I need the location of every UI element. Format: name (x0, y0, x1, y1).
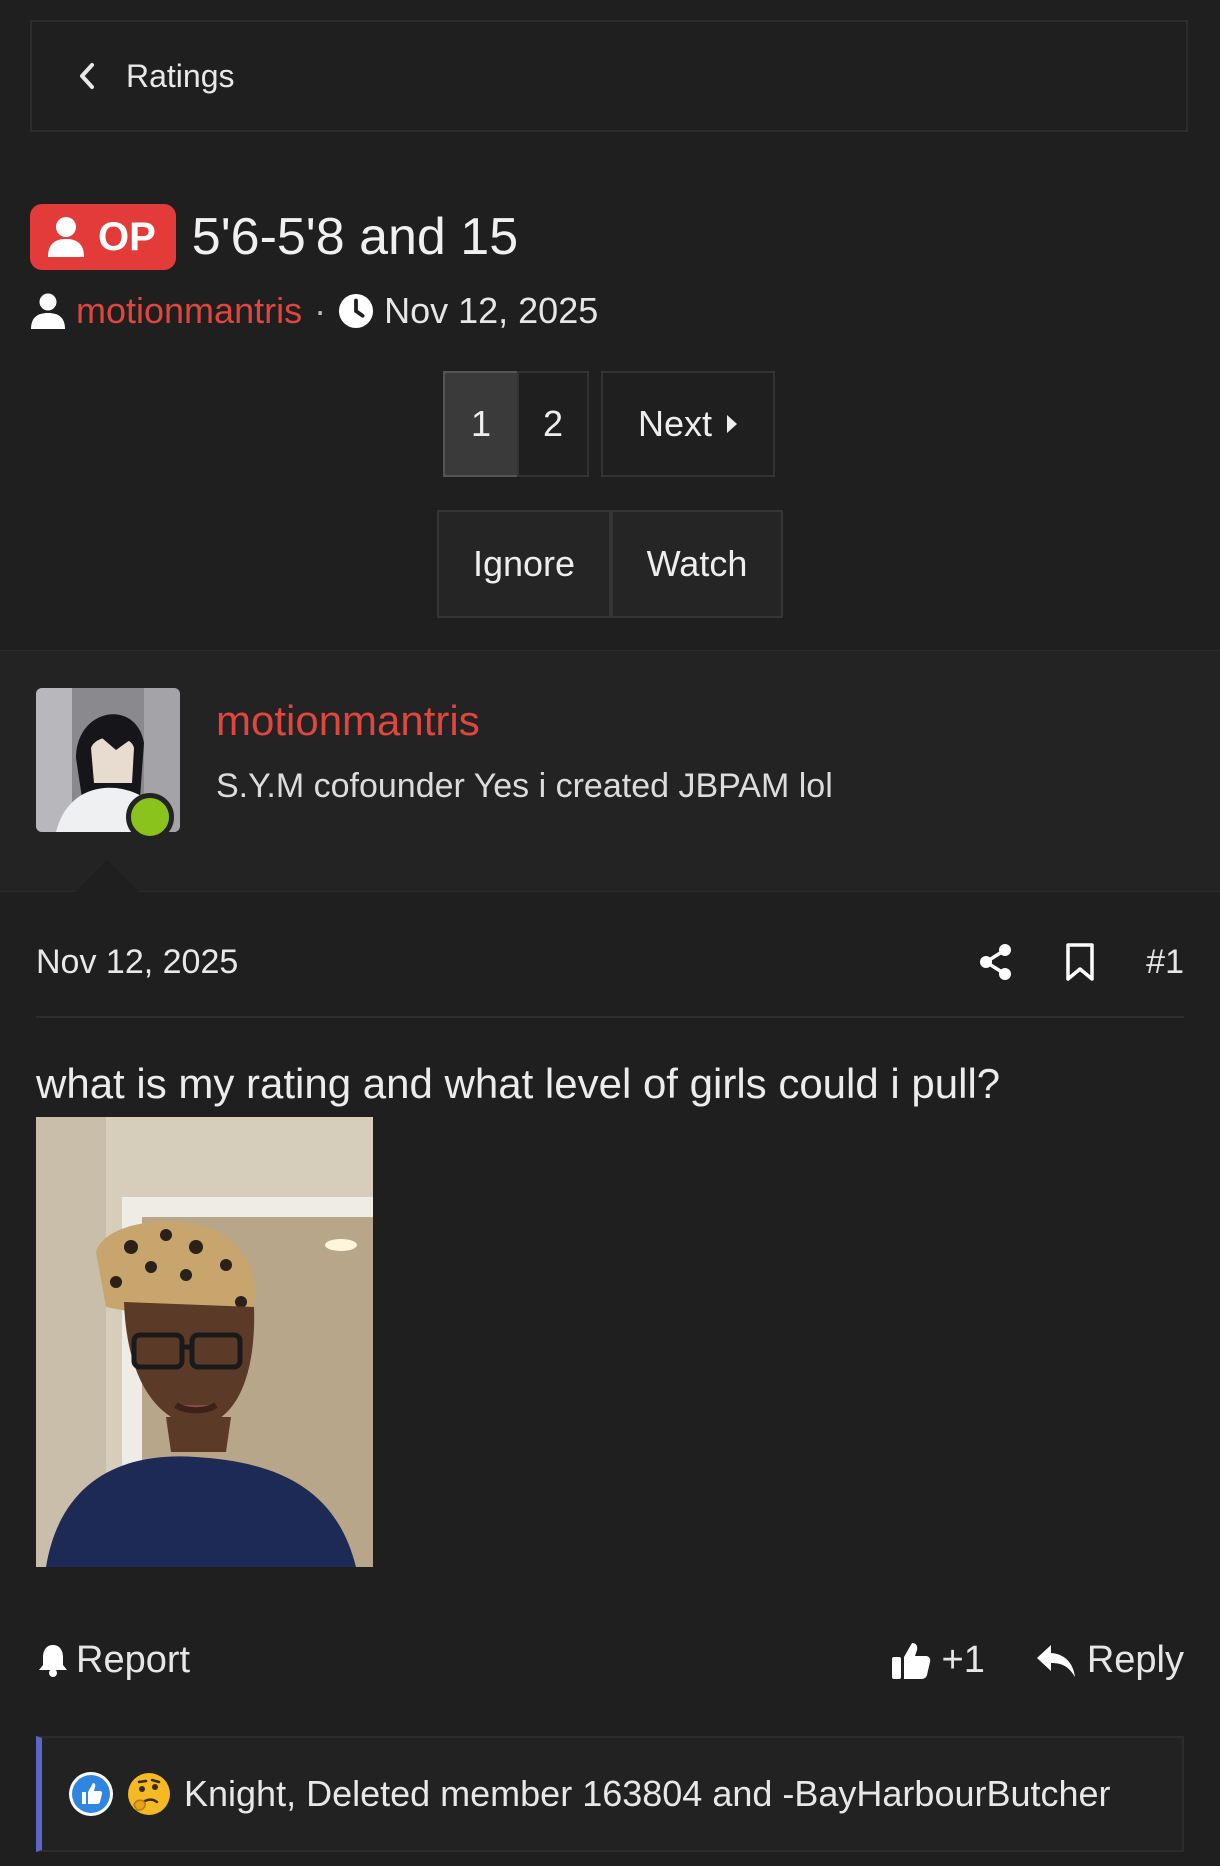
reactions-text: Knight, Deleted member 163804 and -BayHa… (184, 1773, 1111, 1814)
next-page-button[interactable]: Next (601, 371, 775, 477)
thinking-face-icon (128, 1773, 170, 1815)
bell-icon (39, 1645, 67, 1677)
reactions-bar[interactable]: Knight, Deleted member 163804 and -BayHa… (36, 1736, 1184, 1852)
chevron-left-icon (80, 63, 94, 89)
page-2-button[interactable]: 2 (517, 371, 589, 477)
thread-actions: Ignore Watch (437, 510, 783, 618)
thread-author-link[interactable]: motionmantris (76, 290, 302, 332)
page: Ratings OP 5'6-5'8 and 15 motionmantris … (0, 0, 1220, 1866)
thread-title: 5'6-5'8 and 15 (191, 208, 519, 266)
post-header: Nov 12, 2025 #1 (36, 930, 1184, 1018)
thread-meta: motionmantris · Nov 12, 2025 (30, 290, 598, 332)
post-footer: Report +1 Reply (36, 1630, 1184, 1690)
post-user-block: motionmantris S.Y.M cofounder Yes i crea… (0, 650, 1220, 892)
report-label: Report (76, 1638, 191, 1681)
post-number[interactable]: #1 (1146, 943, 1184, 982)
like-count: +1 (941, 1638, 985, 1681)
report-button[interactable]: Report (36, 1639, 890, 1682)
bookmark-icon[interactable] (1062, 943, 1098, 981)
post-date[interactable]: Nov 12, 2025 (36, 943, 978, 1004)
breadcrumb-label: Ratings (126, 57, 235, 94)
clock-icon (339, 293, 374, 329)
reply-button[interactable]: Reply (1035, 1639, 1184, 1682)
pagination: 1 2 Next (443, 371, 775, 477)
like-button[interactable]: +1 (890, 1639, 985, 1682)
reply-label: Reply (1086, 1638, 1184, 1681)
thumbs-up-icon (891, 1643, 930, 1679)
share-icon[interactable] (978, 943, 1014, 981)
thread-title-row: OP 5'6-5'8 and 15 (30, 204, 518, 270)
post-author-name[interactable]: motionmantris (216, 697, 480, 745)
op-badge: OP (30, 204, 176, 270)
caret-right-icon (727, 415, 738, 433)
next-page-label: Next (637, 403, 713, 444)
op-badge-label: OP (98, 214, 156, 259)
breadcrumb[interactable]: Ratings (30, 20, 1188, 132)
like-icon (69, 1772, 113, 1816)
thread-date[interactable]: Nov 12, 2025 (384, 290, 598, 332)
post-tools: #1 (978, 943, 1184, 1004)
post-photo[interactable] (36, 1117, 373, 1567)
online-status-dot (126, 793, 174, 841)
user-icon (48, 217, 84, 257)
reply-arrow-icon (1036, 1645, 1075, 1677)
post-author-title: S.Y.M cofounder Yes i created JBPAM lol (216, 767, 833, 805)
ignore-button[interactable]: Ignore (437, 510, 611, 618)
user-icon (31, 293, 65, 329)
post-reaction-tools: +1 Reply (890, 1639, 1184, 1682)
page-1-button[interactable]: 1 (443, 371, 519, 477)
meta-separator: · (314, 290, 327, 331)
user-block-pointer (75, 860, 139, 892)
post-body-text: what is my rating and what level of girl… (36, 1060, 1001, 1107)
watch-button[interactable]: Watch (611, 510, 783, 618)
